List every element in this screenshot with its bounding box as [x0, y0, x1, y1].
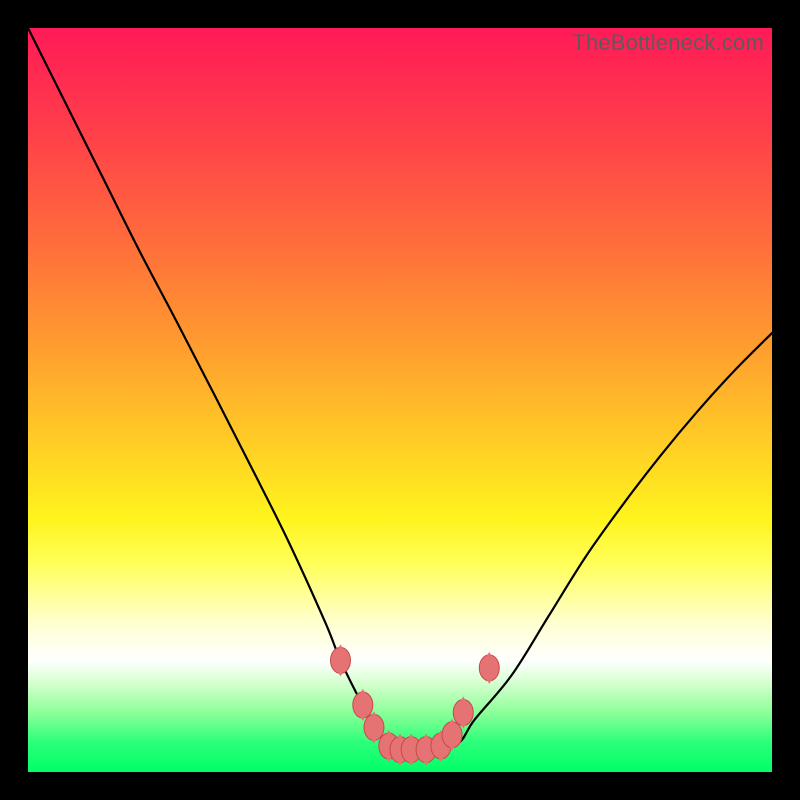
- bottleneck-curve-path: [28, 28, 772, 750]
- chart-frame: TheBottleneck.com: [0, 0, 800, 800]
- chart-svg: [28, 28, 772, 772]
- marker-layer: [330, 644, 499, 765]
- curve-layer: [28, 28, 772, 750]
- curve-marker: [479, 652, 499, 684]
- attribution-label: TheBottleneck.com: [572, 30, 764, 56]
- curve-marker: [330, 644, 350, 676]
